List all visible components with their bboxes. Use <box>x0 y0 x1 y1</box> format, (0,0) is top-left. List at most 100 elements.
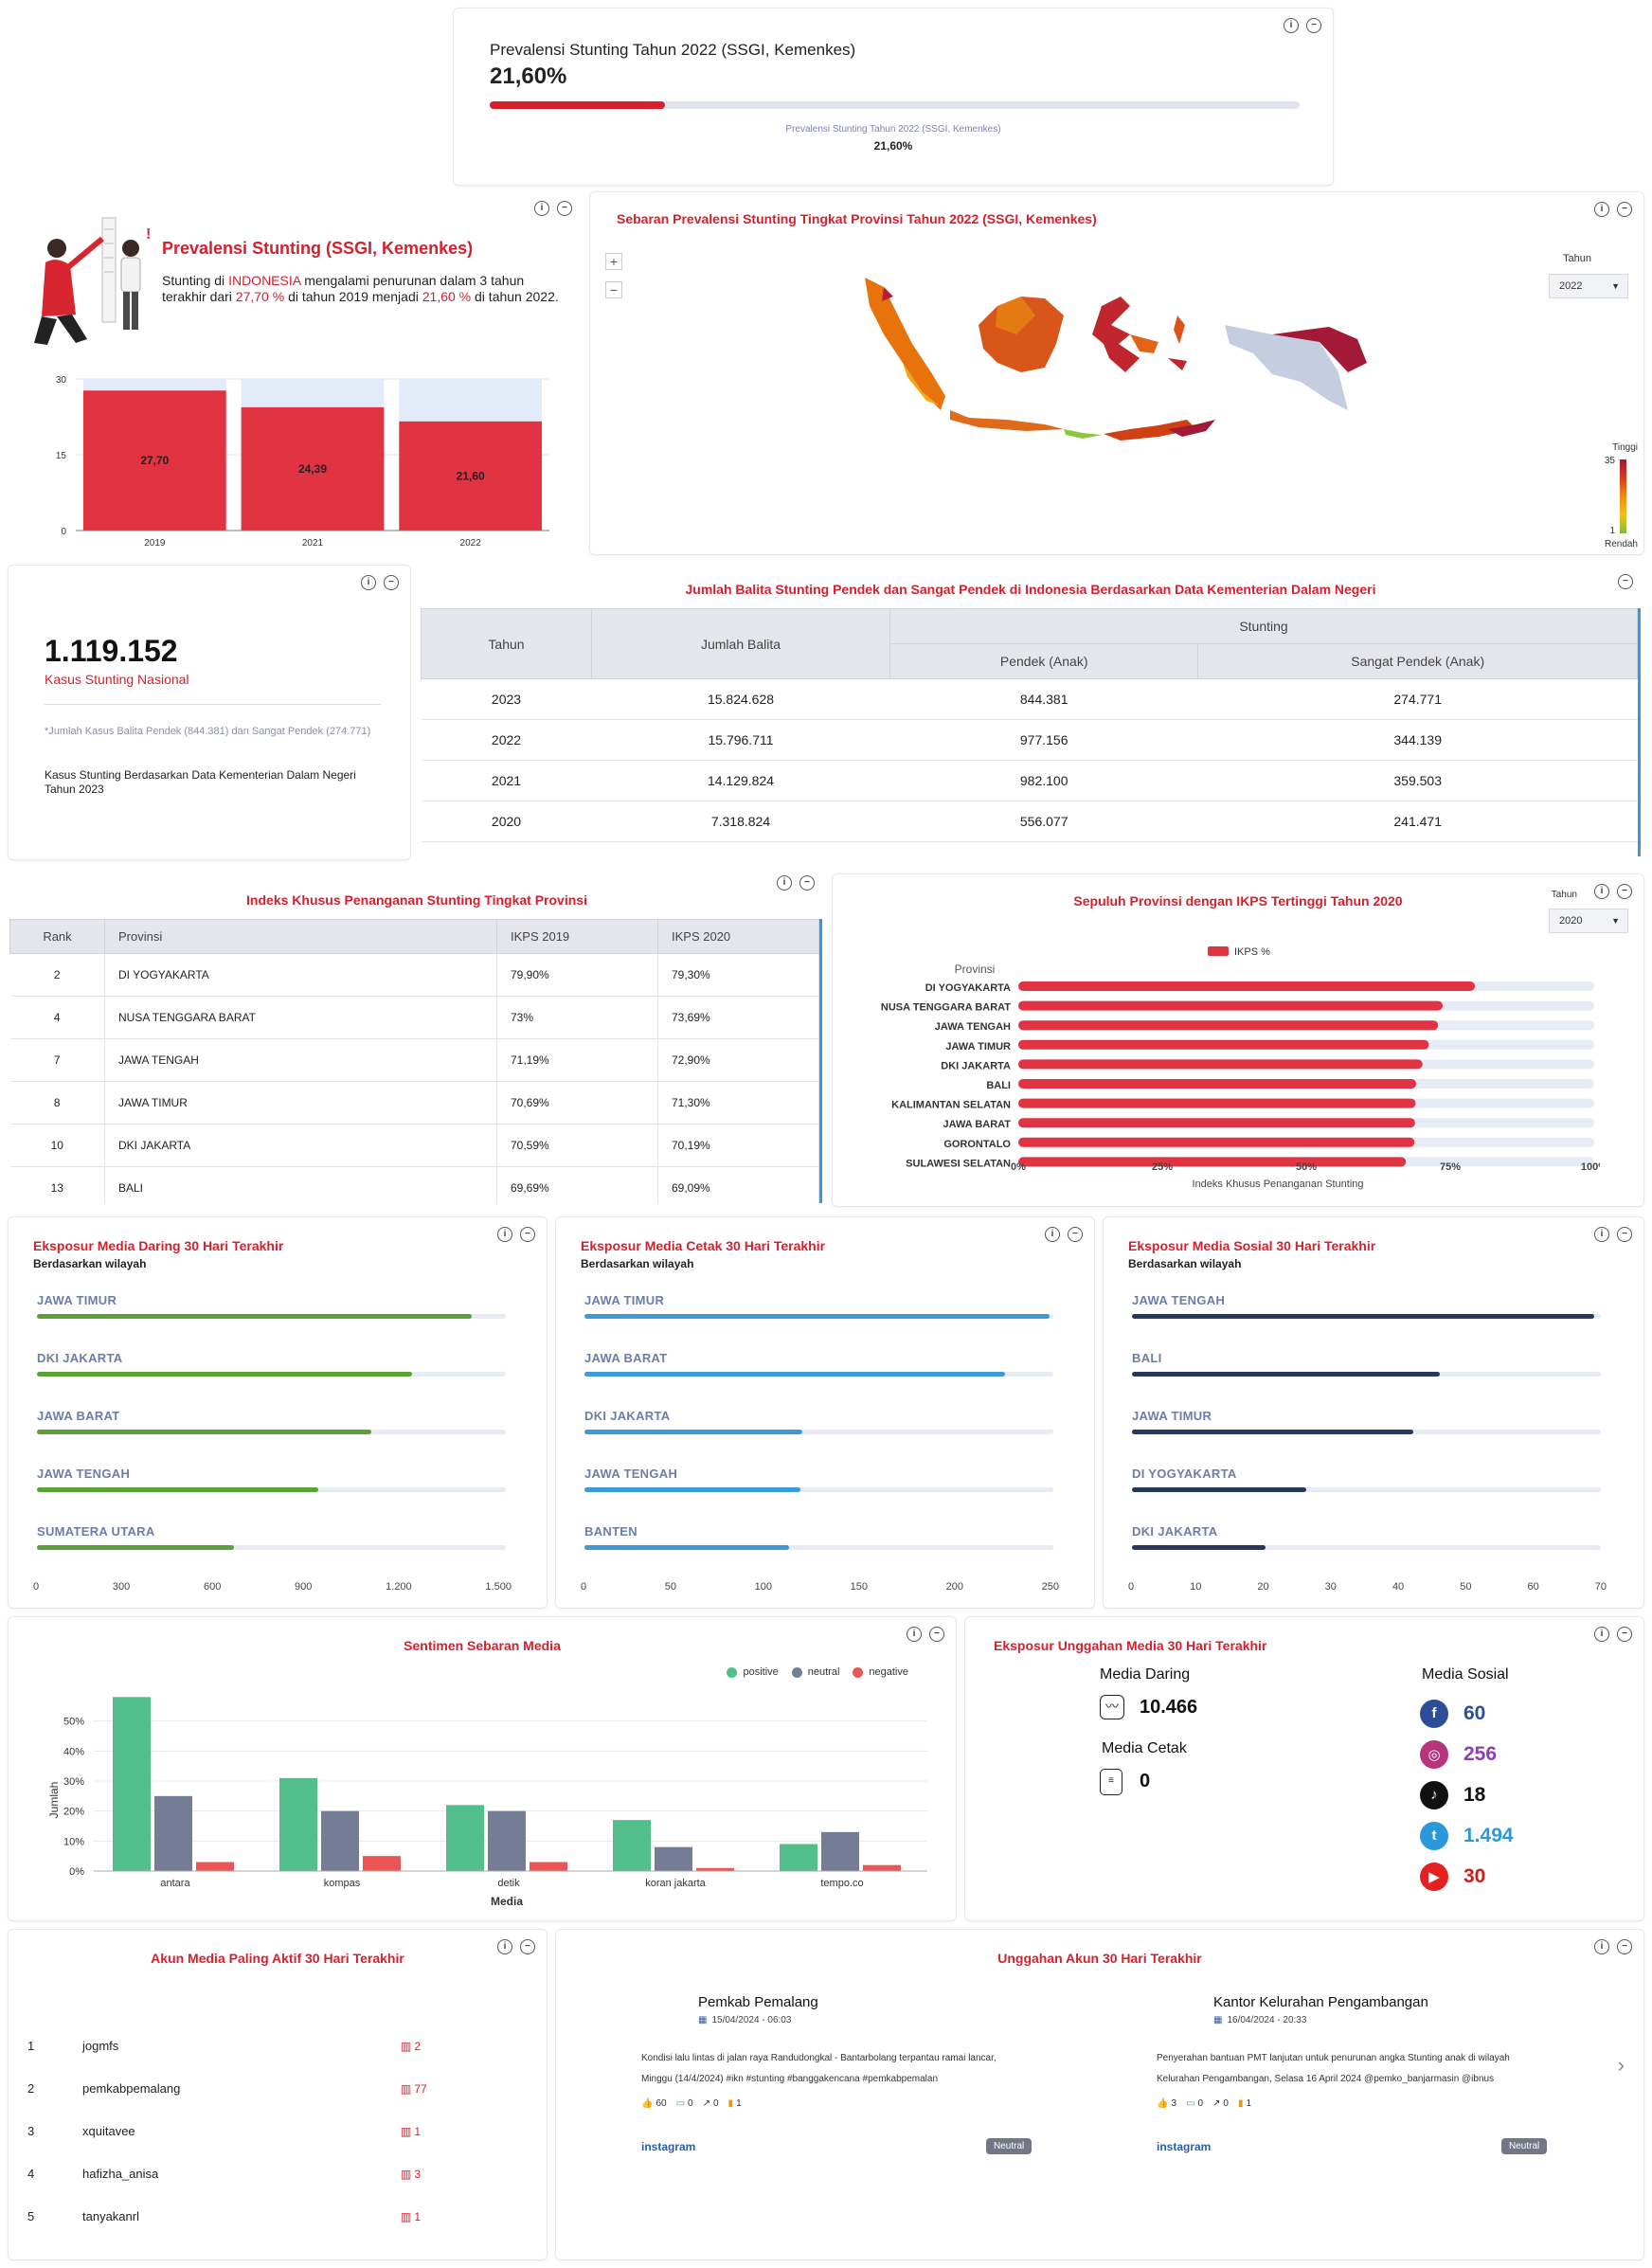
chevron-right-icon[interactable]: › <box>1618 2053 1625 2078</box>
bar[interactable] <box>1018 1137 1415 1147</box>
social-row: f 60 <box>1420 1693 1514 1734</box>
active-accounts-title: Akun Media Paling Aktif 30 Hari Terakhir <box>151 1951 404 1966</box>
account-count-value: 1 <box>414 2124 422 2138</box>
bar[interactable] <box>584 1545 789 1550</box>
bar[interactable] <box>584 1314 1050 1319</box>
bar-positive[interactable] <box>113 1697 151 1871</box>
table-cell: 70,69% <box>496 1081 658 1125</box>
bar-positive[interactable] <box>780 1844 817 1872</box>
bar[interactable] <box>1018 981 1476 991</box>
info-icon[interactable]: i <box>361 575 376 590</box>
collapse-icon[interactable]: − <box>799 875 815 891</box>
info-icon[interactable]: i <box>534 201 549 216</box>
list-item[interactable]: 5 tanyakanrl ▥ 1 <box>27 2195 444 2238</box>
x-tick-label: 2021 <box>302 538 324 549</box>
card-controls: i − <box>1594 202 1632 217</box>
bar[interactable] <box>1018 1020 1439 1031</box>
bar[interactable] <box>1018 1098 1416 1108</box>
list-item[interactable]: 4 hafizha_anisa ▥ 3 <box>27 2152 444 2195</box>
info-icon[interactable]: i <box>1594 1227 1609 1242</box>
bar-negative[interactable] <box>863 1864 901 1871</box>
desc-text: di tahun 2019 menjadi <box>288 289 419 304</box>
account-name: jogmfs <box>82 2039 119 2053</box>
list-item[interactable]: 3 xquitavee ▥ 1 <box>27 2110 444 2152</box>
bar[interactable] <box>1018 1157 1407 1167</box>
bar[interactable] <box>1018 1039 1429 1050</box>
y-axis-title: Jumlah <box>47 1782 61 1819</box>
bar[interactable] <box>1132 1545 1266 1550</box>
bar[interactable] <box>37 1372 412 1377</box>
info-icon[interactable]: i <box>777 875 792 891</box>
collapse-icon[interactable]: − <box>1617 1227 1632 1242</box>
bar[interactable] <box>1018 1000 1444 1011</box>
post-source-link[interactable]: instagram <box>1157 2140 1211 2153</box>
bar[interactable] <box>1132 1487 1306 1492</box>
list-item[interactable]: 2 pemkabpemalang ▥ 77 <box>27 2067 444 2110</box>
bar[interactable] <box>37 1314 472 1319</box>
info-icon[interactable]: i <box>1045 1227 1060 1242</box>
bar[interactable] <box>37 1487 318 1492</box>
collapse-icon[interactable]: − <box>557 201 572 216</box>
bar[interactable] <box>1132 1430 1413 1434</box>
bar[interactable] <box>1018 1059 1423 1070</box>
year-select[interactable]: 2022 ▼ <box>1549 274 1628 298</box>
bar-positive[interactable] <box>613 1820 651 1871</box>
bar[interactable] <box>1132 1372 1441 1377</box>
account-name: hafizha_anisa <box>82 2167 159 2181</box>
stat-value: 0 <box>1223 2098 1229 2109</box>
collapse-icon[interactable]: − <box>1306 18 1321 33</box>
table-cell: 72,90% <box>657 1038 819 1082</box>
card-controls: i − <box>1045 1227 1083 1242</box>
y-tick-label: JAWA TIMUR <box>945 1041 1011 1053</box>
bar-neutral[interactable] <box>655 1846 692 1871</box>
x-axis-title: Media <box>491 1895 523 1908</box>
bar[interactable] <box>1018 1079 1417 1089</box>
bar-negative[interactable] <box>363 1856 401 1871</box>
collapse-icon[interactable]: − <box>1068 1227 1083 1242</box>
bar-neutral[interactable] <box>821 1831 859 1871</box>
bar[interactable] <box>584 1372 1005 1377</box>
ikps-table-scroll[interactable]: Rank Provinsi IKPS 2019 IKPS 2020 2 DI YOGYA… <box>9 919 822 1203</box>
facebook-icon: f <box>1420 1699 1448 1728</box>
region-label: JAWA TIMUR <box>584 1293 665 1307</box>
bar[interactable] <box>37 1545 234 1550</box>
table-cell: 7 <box>9 1038 105 1082</box>
social-media-label: Media Sosial <box>1422 1666 1509 1683</box>
bar[interactable] <box>584 1487 800 1492</box>
region-label: DI YOGYAKARTA <box>1132 1467 1237 1481</box>
table-cell: DKI JAKARTA <box>104 1124 497 1167</box>
posts-title: Unggahan Akun 30 Hari Terakhir <box>997 1951 1202 1966</box>
bar[interactable] <box>1132 1314 1594 1319</box>
info-icon[interactable]: i <box>1594 202 1609 217</box>
y-tick-label: 15 <box>56 451 67 461</box>
bar-negative[interactable] <box>196 1862 234 1872</box>
bar-negative[interactable] <box>530 1862 567 1872</box>
bar[interactable] <box>584 1430 802 1434</box>
balita-table-scroll[interactable]: Tahun Jumlah Balita Stunting Pendek (Ana… <box>421 608 1641 856</box>
collapse-icon[interactable]: − <box>384 575 399 590</box>
bar-neutral[interactable] <box>321 1810 359 1871</box>
bar[interactable] <box>37 1430 372 1434</box>
info-icon[interactable]: i <box>1594 1627 1609 1642</box>
collapse-icon[interactable]: − <box>520 1227 535 1242</box>
bar[interactable] <box>1018 1118 1415 1128</box>
collapse-icon[interactable]: − <box>1617 202 1632 217</box>
zoom-out-button[interactable]: − <box>605 281 622 298</box>
x-tick-label: 100 <box>754 1581 772 1593</box>
table-cell: 2022 <box>421 719 592 761</box>
info-icon[interactable]: i <box>1284 18 1299 33</box>
y-tick-label: 20% <box>63 1807 84 1818</box>
list-item[interactable]: 1 jogmfs ▥ 2 <box>27 2025 444 2067</box>
bar-positive[interactable] <box>279 1777 317 1871</box>
bar-positive[interactable] <box>446 1805 484 1871</box>
zoom-in-button[interactable]: + <box>605 253 622 270</box>
info-icon[interactable]: i <box>497 1227 512 1242</box>
bar-neutral[interactable] <box>488 1810 526 1871</box>
y-tick-label: DI YOGYAKARTA <box>925 982 1011 994</box>
table-cell: 73% <box>496 996 658 1039</box>
post-source-link[interactable]: instagram <box>641 2140 695 2153</box>
indonesia-choropleth-map[interactable] <box>855 268 1386 486</box>
card-controls: i − <box>1594 1227 1632 1242</box>
collapse-icon[interactable]: − <box>1617 1627 1632 1642</box>
bar-neutral[interactable] <box>154 1795 192 1871</box>
